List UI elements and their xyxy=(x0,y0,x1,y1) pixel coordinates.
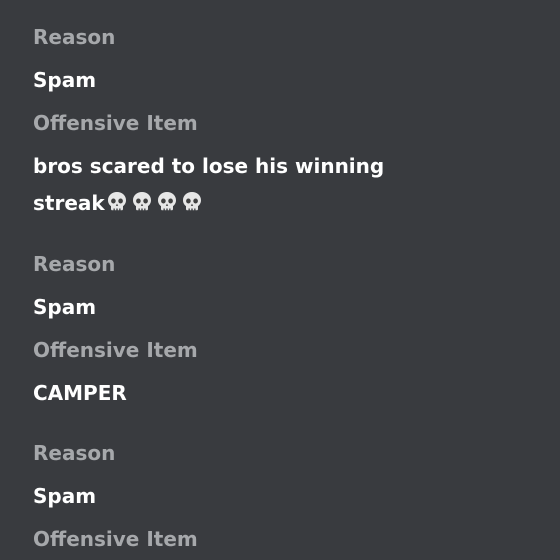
reason-label: Reason xyxy=(33,441,116,465)
offensive-item-line-1: bros scared to lose his winning xyxy=(33,154,385,178)
reason-value: Spam xyxy=(33,484,97,508)
offensive-item-label: Offensive Item xyxy=(33,338,198,362)
report-list: Reason Spam Offensive Item bros scared t… xyxy=(33,0,560,560)
skull-icon xyxy=(157,192,176,211)
offensive-item-line-2: streak xyxy=(33,191,105,215)
reason-label: Reason xyxy=(33,252,116,276)
reason-value: Spam xyxy=(33,295,97,319)
skull-icon xyxy=(132,192,151,211)
offensive-item-label: Offensive Item xyxy=(33,527,198,551)
offensive-item-value: bros scared to lose his winning streak xyxy=(33,148,393,222)
report-details-panel: Reason Spam Offensive Item bros scared t… xyxy=(0,0,560,560)
reason-label: Reason xyxy=(33,25,116,49)
offensive-item-value: CAMPER xyxy=(33,381,127,405)
reason-value: Spam xyxy=(33,68,97,92)
skull-icon xyxy=(107,192,126,211)
offensive-item-label: Offensive Item xyxy=(33,111,198,135)
skull-icon xyxy=(182,192,201,211)
emoji-group xyxy=(105,191,205,215)
